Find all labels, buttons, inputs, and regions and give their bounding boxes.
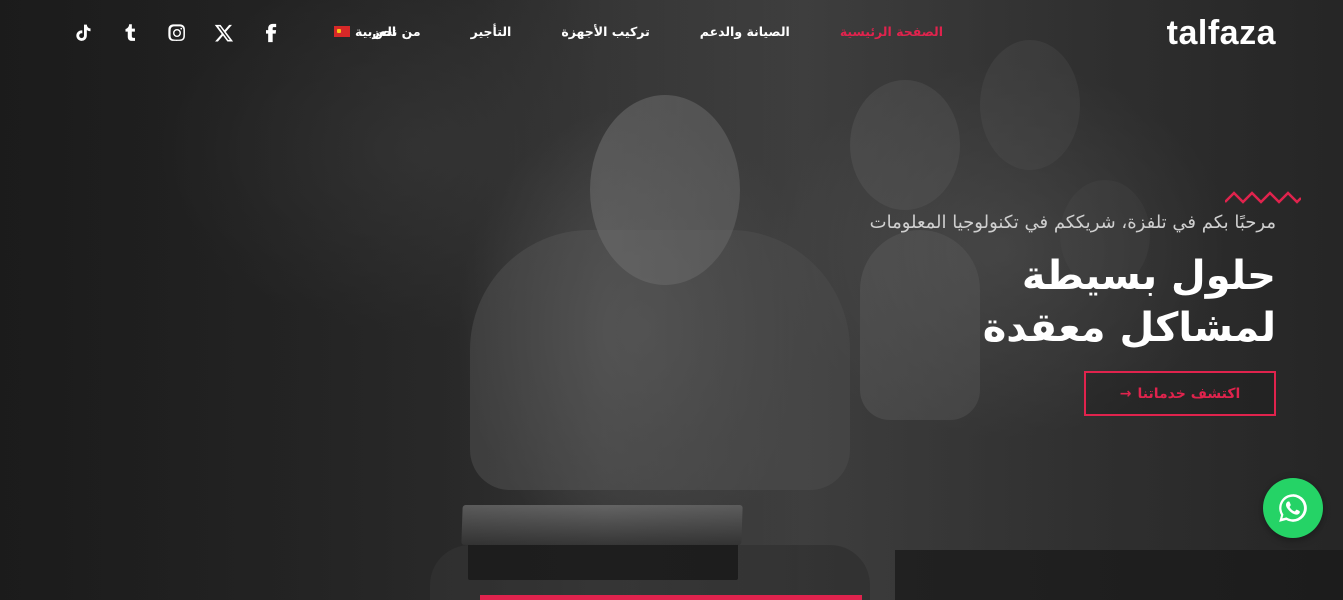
hero-headline: حلول بسيطة لمشاكل معقدة — [983, 250, 1276, 354]
nav-item-rental[interactable]: التأجير — [446, 24, 537, 39]
discover-services-button[interactable]: اكتشف خدماتنا → — [1084, 371, 1276, 416]
language-label: العربية — [355, 24, 397, 39]
social-links — [72, 22, 282, 44]
hero-headline-line: لمشاكل معقدة — [982, 305, 1276, 351]
site-header: talfaza الصفحة الرئيسية الصيانة والدعم ت… — [0, 0, 1343, 70]
instagram-icon[interactable] — [166, 22, 188, 44]
logo[interactable]: talfaza — [1167, 14, 1276, 53]
arrow-right-icon: → — [1119, 385, 1132, 402]
flag-icon — [334, 26, 350, 37]
whatsapp-icon — [1279, 494, 1307, 522]
section-accent-bar — [480, 595, 862, 600]
hero-tagline: مرحبًا بكم في تلفزة، شريككم في تكنولوجيا… — [869, 212, 1276, 233]
cta-label: اكتشف خدماتنا — [1137, 385, 1241, 402]
nav-item-maintenance[interactable]: الصيانة والدعم — [675, 24, 815, 39]
whatsapp-button[interactable] — [1263, 478, 1323, 538]
tumblr-icon[interactable] — [119, 22, 141, 44]
x-icon[interactable] — [213, 22, 235, 44]
language-switcher[interactable]: العربية — [334, 24, 396, 39]
main-nav: الصفحة الرئيسية الصيانة والدعم تركيب الأ… — [347, 24, 968, 39]
nav-item-installation[interactable]: تركيب الأجهزة — [536, 24, 674, 39]
zigzag-decoration-icon — [1225, 191, 1301, 204]
hero-headline-line: حلول بسيطة — [1021, 253, 1276, 299]
nav-item-home[interactable]: الصفحة الرئيسية — [815, 24, 968, 39]
tiktok-icon[interactable] — [72, 22, 94, 44]
facebook-icon[interactable] — [260, 22, 282, 44]
